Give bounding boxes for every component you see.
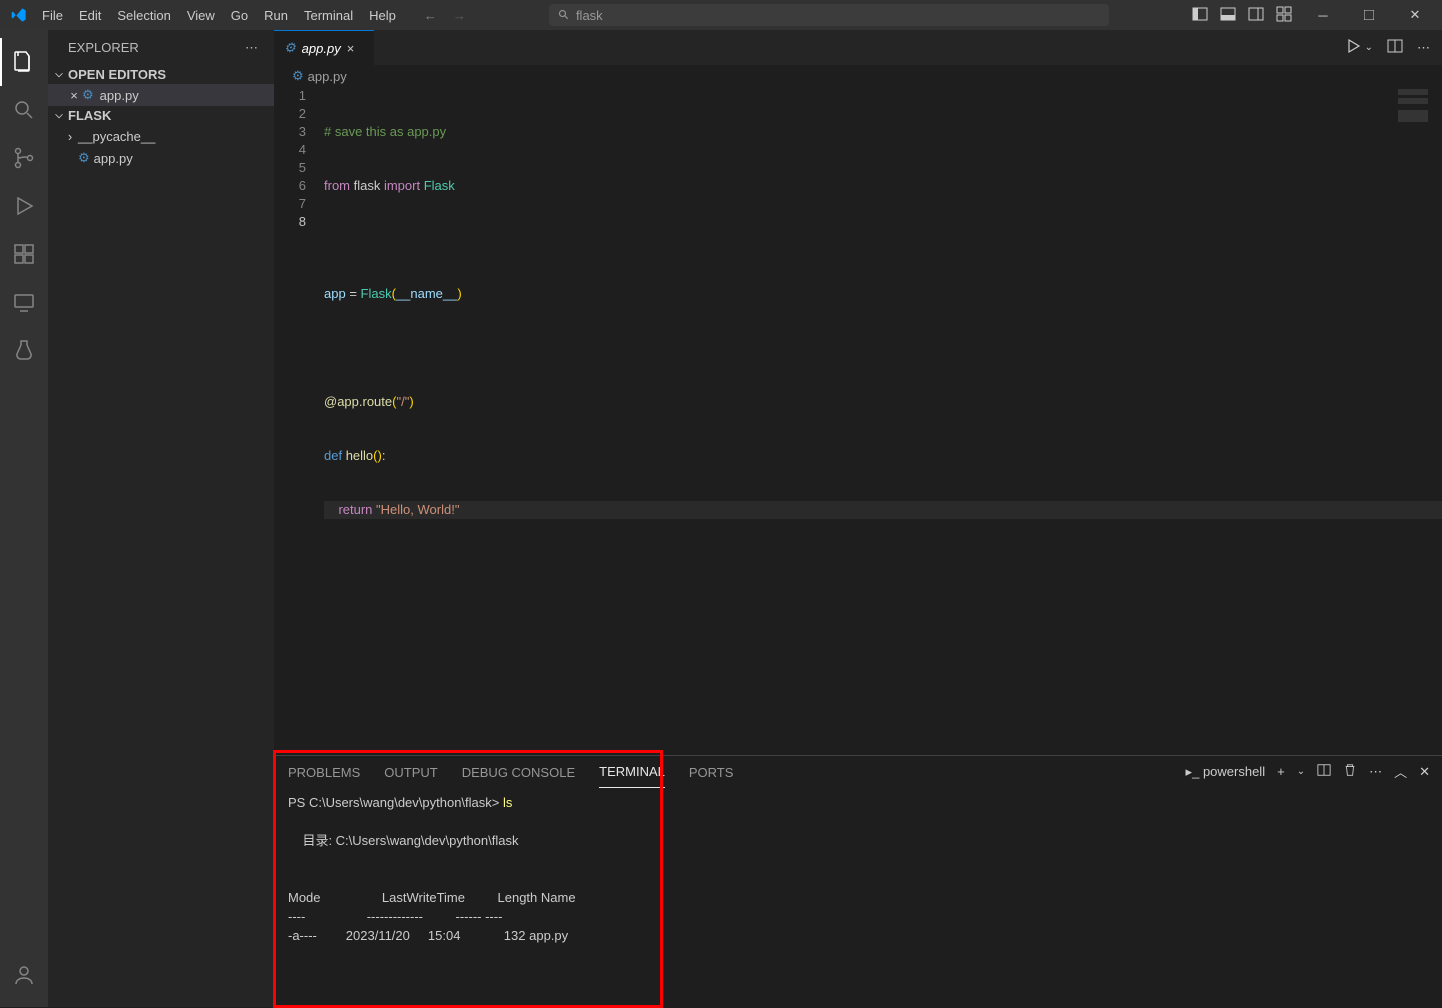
- menu-bar: File Edit Selection View Go Run Terminal…: [34, 0, 404, 30]
- python-file-icon: ⚙: [284, 40, 296, 56]
- title-bar: File Edit Selection View Go Run Terminal…: [0, 0, 1442, 30]
- activity-explorer[interactable]: [0, 38, 48, 86]
- minimap[interactable]: [1398, 89, 1428, 149]
- close-panel-icon[interactable]: ✕: [1419, 764, 1430, 780]
- command-center-search[interactable]: flask: [549, 4, 1109, 26]
- vscode-logo-icon: [4, 7, 34, 23]
- terminal-icon: ▸_: [1186, 764, 1200, 779]
- code-editor[interactable]: 1 2 3 4 5 6 7 8 # save this as app.py fr…: [274, 87, 1442, 755]
- python-file-icon: ⚙: [292, 68, 304, 84]
- tab-app-py[interactable]: ⚙ app.py ×: [274, 30, 374, 65]
- chevron-right-icon: ›: [62, 129, 78, 144]
- close-button[interactable]: ✕: [1392, 0, 1438, 30]
- nav-back-icon[interactable]: ←: [424, 8, 437, 23]
- panel-tab-output[interactable]: OUTPUT: [384, 756, 437, 788]
- activity-testing[interactable]: [0, 326, 48, 374]
- new-terminal-icon[interactable]: +: [1277, 764, 1285, 779]
- layout-sidebar-left-icon[interactable]: [1192, 6, 1208, 25]
- layout-sidebar-right-icon[interactable]: [1248, 6, 1264, 25]
- menu-view[interactable]: View: [179, 0, 223, 30]
- menu-help[interactable]: Help: [361, 0, 404, 30]
- panel-tab-ports[interactable]: PORTS: [689, 756, 734, 788]
- open-editor-item[interactable]: × ⚙ app.py: [48, 84, 274, 106]
- activity-accounts[interactable]: [0, 951, 48, 999]
- panel-tab-debug-console[interactable]: DEBUG CONSOLE: [462, 756, 575, 788]
- search-icon: [558, 9, 570, 21]
- menu-terminal[interactable]: Terminal: [296, 0, 361, 30]
- split-terminal-icon[interactable]: [1317, 763, 1331, 780]
- project-section[interactable]: FLASK: [48, 106, 274, 125]
- activity-source-control[interactable]: [0, 134, 48, 182]
- search-text: flask: [576, 8, 603, 23]
- tree-folder-pycache[interactable]: › __pycache__: [48, 125, 274, 147]
- line-numbers: 1 2 3 4 5 6 7 8: [274, 87, 324, 755]
- code-content[interactable]: # save this as app.py from flask import …: [324, 87, 1442, 755]
- nav-forward-icon[interactable]: →: [453, 8, 466, 23]
- terminal-shell-label[interactable]: ▸_ powershell: [1186, 764, 1266, 780]
- run-dropdown-icon[interactable]: ⌄: [1365, 42, 1373, 53]
- python-file-icon: ⚙: [78, 150, 90, 166]
- activity-extensions[interactable]: [0, 230, 48, 278]
- menu-run[interactable]: Run: [256, 0, 296, 30]
- minimize-button[interactable]: ─: [1300, 0, 1346, 30]
- more-actions-icon[interactable]: ⋯: [1417, 40, 1430, 56]
- close-icon[interactable]: ×: [347, 41, 355, 56]
- terminal-dropdown-icon[interactable]: ⌄: [1297, 766, 1305, 777]
- menu-file[interactable]: File: [34, 0, 71, 30]
- activity-search[interactable]: [0, 86, 48, 134]
- chevron-down-icon: [52, 109, 66, 123]
- activity-remote[interactable]: [0, 278, 48, 326]
- editor-area: ⚙ app.py × ⌄ ⋯ ⚙ app.py 1 2 3 4 5 6: [274, 30, 1442, 1007]
- tree-file-app[interactable]: ⚙ app.py: [48, 147, 274, 169]
- menu-go[interactable]: Go: [223, 0, 256, 30]
- bottom-panel: PROBLEMS OUTPUT DEBUG CONSOLE TERMINAL P…: [274, 755, 1442, 1007]
- kill-terminal-icon[interactable]: [1343, 763, 1357, 780]
- sidebar-title: EXPLORER: [68, 40, 139, 55]
- sidebar-more-icon[interactable]: ⋯: [245, 40, 258, 56]
- activity-run-debug[interactable]: [0, 182, 48, 230]
- customize-layout-icon[interactable]: [1276, 6, 1292, 25]
- breadcrumb[interactable]: ⚙ app.py: [274, 65, 1442, 87]
- editor-tabs: ⚙ app.py × ⌄ ⋯: [274, 30, 1442, 65]
- close-icon[interactable]: ×: [66, 88, 82, 103]
- open-editors-section[interactable]: OPEN EDITORS: [48, 65, 274, 84]
- menu-edit[interactable]: Edit: [71, 0, 109, 30]
- split-editor-icon[interactable]: [1387, 38, 1403, 57]
- panel-tab-terminal[interactable]: TERMINAL: [599, 756, 665, 788]
- terminal-output[interactable]: PS C:\Users\wang\dev\python\flask> ls 目录…: [274, 788, 1442, 1007]
- chevron-down-icon: [52, 68, 66, 82]
- run-button-icon[interactable]: [1345, 38, 1361, 57]
- maximize-button[interactable]: [1346, 0, 1392, 30]
- maximize-panel-icon[interactable]: ︿: [1394, 762, 1407, 781]
- layout-panel-icon[interactable]: [1220, 6, 1236, 25]
- panel-more-icon[interactable]: ⋯: [1369, 764, 1382, 780]
- panel-tab-problems[interactable]: PROBLEMS: [288, 756, 360, 788]
- activity-bar: [0, 30, 48, 1007]
- menu-selection[interactable]: Selection: [109, 0, 178, 30]
- python-file-icon: ⚙: [82, 87, 94, 103]
- sidebar: EXPLORER ⋯ OPEN EDITORS × ⚙ app.py FLASK…: [48, 30, 274, 1007]
